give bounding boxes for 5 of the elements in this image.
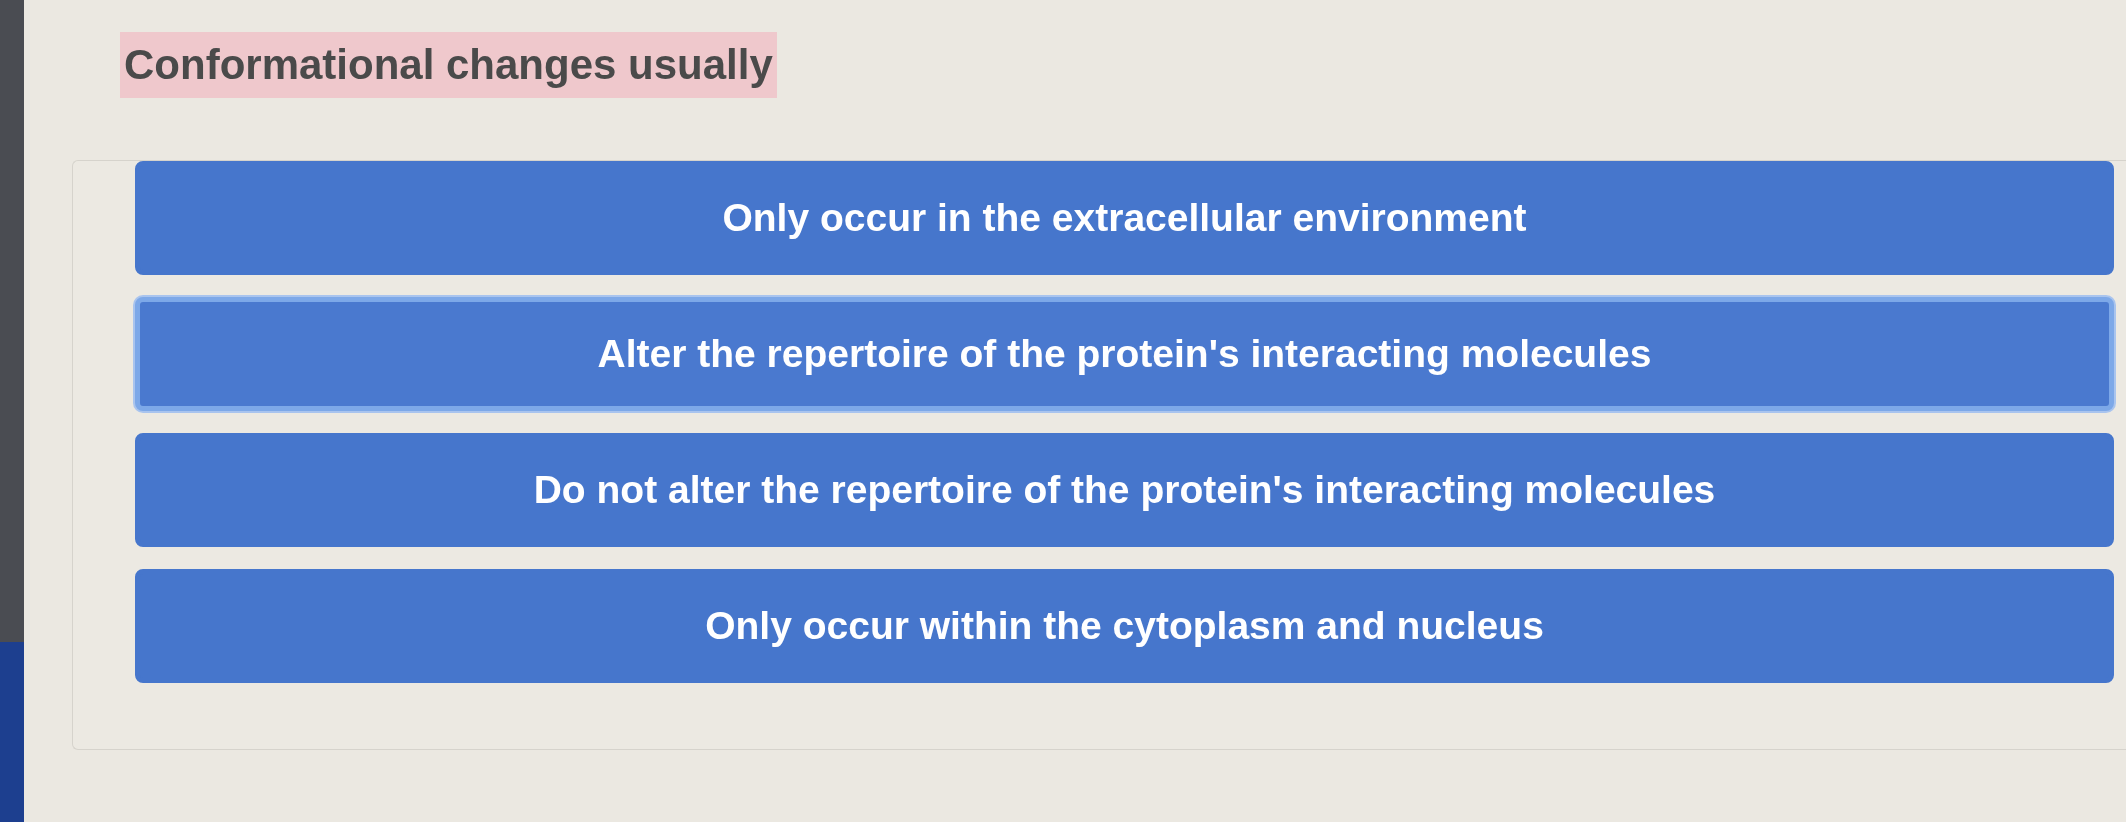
answer-option[interactable]: Alter the repertoire of the protein's interacting molecules — [135, 297, 2114, 412]
question-text: Conformational changes usually — [120, 32, 777, 99]
answer-option[interactable]: Do not alter the repertoire of the protein's interacting molecules — [135, 433, 2114, 548]
answer-option[interactable]: Only occur within the cytoplasm and nucleus — [135, 569, 2114, 684]
answer-option[interactable]: Only occur in the extracellular environment — [135, 161, 2114, 276]
